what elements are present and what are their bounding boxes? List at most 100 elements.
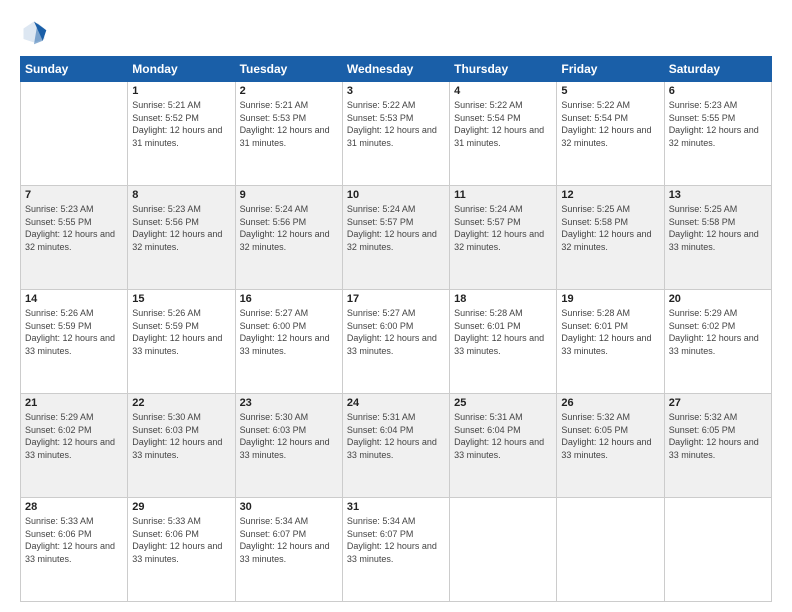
day-number: 27	[669, 397, 767, 409]
day-info: Sunrise: 5:28 AMSunset: 6:01 PMDaylight:…	[561, 307, 659, 357]
calendar-cell: 21 Sunrise: 5:29 AMSunset: 6:02 PMDayligh…	[21, 394, 128, 498]
day-info: Sunrise: 5:21 AMSunset: 5:53 PMDaylight:…	[240, 99, 338, 149]
day-info: Sunrise: 5:25 AMSunset: 5:58 PMDaylight:…	[561, 203, 659, 253]
calendar-cell: 29Sunrise: 5:33 AMSunset: 6:06 PMDayligh…	[128, 498, 235, 602]
calendar-cell	[21, 82, 128, 186]
day-info: Sunrise: 5:24 AMSunset: 5:57 PMDaylight:…	[347, 203, 445, 253]
day-number: 23	[240, 397, 338, 409]
calendar-cell: 4 Sunrise: 5:22 AMSunset: 5:54 PMDaylight…	[450, 82, 557, 186]
calendar-header-tuesday: Tuesday	[235, 57, 342, 82]
calendar-header-monday: Monday	[128, 57, 235, 82]
calendar-header-sunday: Sunday	[21, 57, 128, 82]
calendar-cell: 5 Sunrise: 5:22 AMSunset: 5:54 PMDaylight…	[557, 82, 664, 186]
day-info: Sunrise: 5:32 AMSunset: 6:05 PMDaylight:…	[561, 411, 659, 461]
header	[20, 18, 772, 46]
calendar-cell: 13 Sunrise: 5:25 AMSunset: 5:58 PMDayligh…	[664, 186, 771, 290]
day-info: Sunrise: 5:34 AMSunset: 6:07 PMDaylight:…	[347, 515, 445, 565]
calendar-cell: 20 Sunrise: 5:29 AMSunset: 6:02 PMDayligh…	[664, 290, 771, 394]
day-number: 2	[240, 85, 338, 97]
day-info: Sunrise: 5:26 AMSunset: 5:59 PMDaylight:…	[25, 307, 123, 357]
calendar-week-2: 14 Sunrise: 5:26 AMSunset: 5:59 PMDayligh…	[21, 290, 772, 394]
calendar-cell: 24Sunrise: 5:31 AMSunset: 6:04 PMDayligh…	[342, 394, 449, 498]
day-number: 20	[669, 293, 767, 305]
calendar-header-wednesday: Wednesday	[342, 57, 449, 82]
calendar-cell: 25Sunrise: 5:31 AMSunset: 6:04 PMDayligh…	[450, 394, 557, 498]
day-number: 29	[132, 501, 230, 513]
calendar-cell: 1Sunrise: 5:21 AMSunset: 5:52 PMDaylight…	[128, 82, 235, 186]
day-info: Sunrise: 5:27 AMSunset: 6:00 PMDaylight:…	[347, 307, 445, 357]
calendar-cell: 14 Sunrise: 5:26 AMSunset: 5:59 PMDayligh…	[21, 290, 128, 394]
calendar-header-saturday: Saturday	[664, 57, 771, 82]
calendar-cell: 18Sunrise: 5:28 AMSunset: 6:01 PMDayligh…	[450, 290, 557, 394]
day-number: 26	[561, 397, 659, 409]
calendar-cell: 10 Sunrise: 5:24 AMSunset: 5:57 PMDayligh…	[342, 186, 449, 290]
calendar-week-3: 21 Sunrise: 5:29 AMSunset: 6:02 PMDayligh…	[21, 394, 772, 498]
calendar-cell: 23 Sunrise: 5:30 AMSunset: 6:03 PMDayligh…	[235, 394, 342, 498]
logo	[20, 18, 52, 46]
day-number: 11	[454, 189, 552, 201]
calendar-cell	[664, 498, 771, 602]
day-number: 25	[454, 397, 552, 409]
day-info: Sunrise: 5:23 AMSunset: 5:55 PMDaylight:…	[669, 99, 767, 149]
calendar-cell: 17 Sunrise: 5:27 AMSunset: 6:00 PMDayligh…	[342, 290, 449, 394]
day-number: 10	[347, 189, 445, 201]
calendar-cell: 15Sunrise: 5:26 AMSunset: 5:59 PMDayligh…	[128, 290, 235, 394]
calendar-header-friday: Friday	[557, 57, 664, 82]
calendar-cell: 9 Sunrise: 5:24 AMSunset: 5:56 PMDaylight…	[235, 186, 342, 290]
logo-icon	[20, 18, 48, 46]
day-number: 14	[25, 293, 123, 305]
day-number: 5	[561, 85, 659, 97]
day-number: 15	[132, 293, 230, 305]
day-info: Sunrise: 5:25 AMSunset: 5:58 PMDaylight:…	[669, 203, 767, 253]
calendar-cell	[557, 498, 664, 602]
day-number: 18	[454, 293, 552, 305]
day-info: Sunrise: 5:33 AMSunset: 6:06 PMDaylight:…	[25, 515, 123, 565]
calendar-cell: 7 Sunrise: 5:23 AMSunset: 5:55 PMDaylight…	[21, 186, 128, 290]
day-number: 6	[669, 85, 767, 97]
day-info: Sunrise: 5:22 AMSunset: 5:53 PMDaylight:…	[347, 99, 445, 149]
calendar-header-row: SundayMondayTuesdayWednesdayThursdayFrid…	[21, 57, 772, 82]
day-info: Sunrise: 5:22 AMSunset: 5:54 PMDaylight:…	[454, 99, 552, 149]
calendar-cell	[450, 498, 557, 602]
day-info: Sunrise: 5:30 AMSunset: 6:03 PMDaylight:…	[240, 411, 338, 461]
page: SundayMondayTuesdayWednesdayThursdayFrid…	[0, 0, 792, 612]
day-info: Sunrise: 5:29 AMSunset: 6:02 PMDaylight:…	[669, 307, 767, 357]
calendar-cell: 30Sunrise: 5:34 AMSunset: 6:07 PMDayligh…	[235, 498, 342, 602]
day-info: Sunrise: 5:34 AMSunset: 6:07 PMDaylight:…	[240, 515, 338, 565]
day-info: Sunrise: 5:23 AMSunset: 5:56 PMDaylight:…	[132, 203, 230, 253]
calendar-cell: 19 Sunrise: 5:28 AMSunset: 6:01 PMDayligh…	[557, 290, 664, 394]
day-info: Sunrise: 5:22 AMSunset: 5:54 PMDaylight:…	[561, 99, 659, 149]
day-info: Sunrise: 5:32 AMSunset: 6:05 PMDaylight:…	[669, 411, 767, 461]
calendar-cell: 28Sunrise: 5:33 AMSunset: 6:06 PMDayligh…	[21, 498, 128, 602]
calendar-cell: 11Sunrise: 5:24 AMSunset: 5:57 PMDayligh…	[450, 186, 557, 290]
calendar-cell: 2 Sunrise: 5:21 AMSunset: 5:53 PMDaylight…	[235, 82, 342, 186]
calendar-week-1: 7 Sunrise: 5:23 AMSunset: 5:55 PMDaylight…	[21, 186, 772, 290]
day-number: 31	[347, 501, 445, 513]
calendar-table: SundayMondayTuesdayWednesdayThursdayFrid…	[20, 56, 772, 602]
day-number: 3	[347, 85, 445, 97]
calendar-cell: 31 Sunrise: 5:34 AMSunset: 6:07 PMDayligh…	[342, 498, 449, 602]
day-number: 24	[347, 397, 445, 409]
calendar-cell: 8 Sunrise: 5:23 AMSunset: 5:56 PMDaylight…	[128, 186, 235, 290]
calendar-cell: 12 Sunrise: 5:25 AMSunset: 5:58 PMDayligh…	[557, 186, 664, 290]
day-number: 7	[25, 189, 123, 201]
calendar-cell: 3 Sunrise: 5:22 AMSunset: 5:53 PMDaylight…	[342, 82, 449, 186]
day-number: 19	[561, 293, 659, 305]
day-number: 9	[240, 189, 338, 201]
day-number: 8	[132, 189, 230, 201]
day-number: 12	[561, 189, 659, 201]
day-info: Sunrise: 5:21 AMSunset: 5:52 PMDaylight:…	[132, 99, 230, 149]
calendar-cell: 16Sunrise: 5:27 AMSunset: 6:00 PMDayligh…	[235, 290, 342, 394]
day-info: Sunrise: 5:27 AMSunset: 6:00 PMDaylight:…	[240, 307, 338, 357]
day-number: 4	[454, 85, 552, 97]
calendar-week-0: 1Sunrise: 5:21 AMSunset: 5:52 PMDaylight…	[21, 82, 772, 186]
day-info: Sunrise: 5:23 AMSunset: 5:55 PMDaylight:…	[25, 203, 123, 253]
day-info: Sunrise: 5:30 AMSunset: 6:03 PMDaylight:…	[132, 411, 230, 461]
day-number: 13	[669, 189, 767, 201]
day-number: 17	[347, 293, 445, 305]
day-info: Sunrise: 5:29 AMSunset: 6:02 PMDaylight:…	[25, 411, 123, 461]
day-number: 21	[25, 397, 123, 409]
day-info: Sunrise: 5:24 AMSunset: 5:56 PMDaylight:…	[240, 203, 338, 253]
day-number: 22	[132, 397, 230, 409]
calendar-cell: 22 Sunrise: 5:30 AMSunset: 6:03 PMDayligh…	[128, 394, 235, 498]
